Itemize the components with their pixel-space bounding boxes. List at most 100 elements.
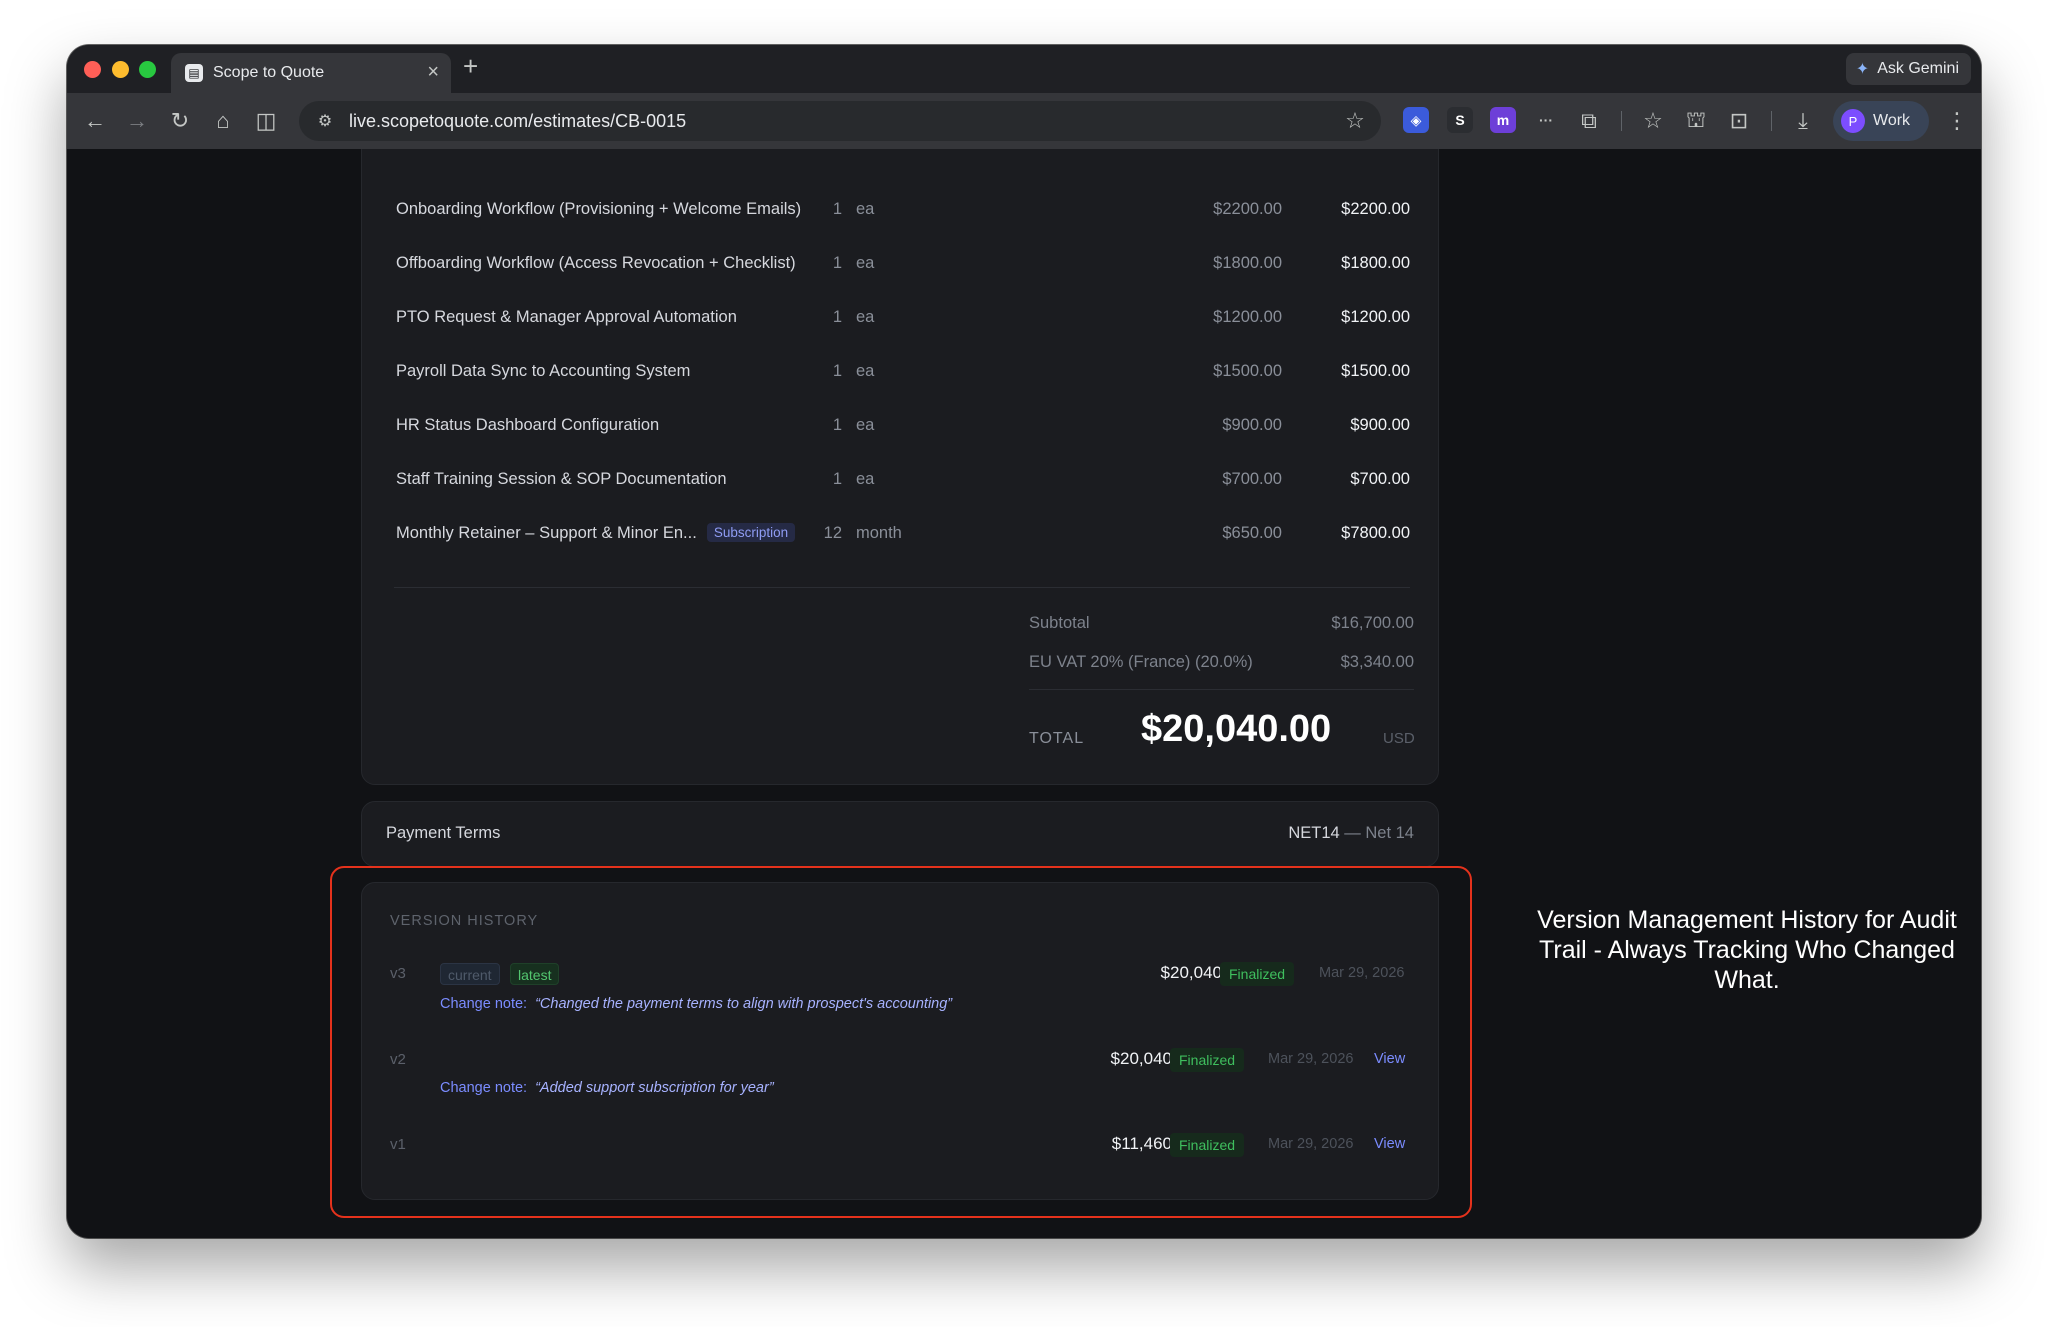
item-description: Offboarding Workflow (Access Revocation … <box>396 254 796 272</box>
annotation-caption: Version Management History for Audit Tra… <box>1537 906 1957 994</box>
item-unit: ea <box>856 308 875 326</box>
ask-gemini-label: Ask Gemini <box>1877 60 1959 77</box>
item-unit-price: $1200.00 <box>1213 308 1282 326</box>
line-item-row: PTO Request & Manager Approval Automatio… <box>362 304 1438 334</box>
item-qty: 1 <box>832 362 842 380</box>
line-item-row: Onboarding Workflow (Provisioning + Welc… <box>362 196 1438 226</box>
item-unit: ea <box>856 470 875 488</box>
ask-gemini-button[interactable]: ✦ Ask Gemini <box>1845 53 1971 85</box>
item-amount: $7800.00 <box>1341 524 1410 542</box>
url-text[interactable]: live.scopetoquote.com/estimates/CB-0015 <box>349 111 686 132</box>
tab-close-icon[interactable]: × <box>427 61 439 84</box>
total-currency: USD <box>1383 730 1415 747</box>
app-favicon-icon: ▤ <box>185 64 203 82</box>
line-item-row: Offboarding Workflow (Access Revocation … <box>362 250 1438 280</box>
profile-name: Work <box>1873 112 1911 129</box>
close-window-button[interactable] <box>84 61 101 78</box>
item-unit: month <box>856 524 902 542</box>
item-unit-price: $900.00 <box>1222 416 1282 434</box>
minimize-window-button[interactable] <box>112 61 129 78</box>
item-amount: $1800.00 <box>1341 254 1410 272</box>
payment-terms-card: Payment Terms NET14 — Net 14 <box>361 801 1439 867</box>
incognito-icon[interactable]: ⛫ <box>1680 105 1712 137</box>
item-qty: 1 <box>832 470 842 488</box>
item-unit-price: $2200.00 <box>1213 200 1282 218</box>
item-description-wrap: Monthly Retainer – Support & Minor En...… <box>396 523 796 543</box>
payment-terms-code: NET14 <box>1288 824 1340 842</box>
vat-value: $3,340.00 <box>1340 653 1414 671</box>
subtotal-label: Subtotal <box>1029 614 1090 632</box>
extension-s-icon[interactable]: S <box>1447 107 1473 133</box>
payment-terms-label: Payment Terms <box>386 824 501 842</box>
item-unit-price: $1800.00 <box>1213 254 1282 272</box>
reload-icon[interactable]: ↻ <box>164 105 196 137</box>
extension-m-icon[interactable]: m <box>1490 107 1516 133</box>
more-vert-icon[interactable]: ⋮ <box>1941 105 1973 137</box>
avatar: P <box>1841 109 1865 133</box>
subscription-badge: Subscription <box>706 523 796 542</box>
bookmarks-icon[interactable]: ☆ <box>1637 105 1669 137</box>
browser-toolbar: ← → ↻ ⌂ ◫ ⚙ live.scopetoquote.com/estima… <box>67 93 1981 149</box>
line-item-row: Staff Training Session & SOP Documentati… <box>362 466 1438 496</box>
toolbar-separator <box>1621 111 1622 131</box>
item-unit: ea <box>856 254 875 272</box>
item-amount: $1500.00 <box>1341 362 1410 380</box>
line-item-row: Monthly Retainer – Support & Minor En...… <box>362 520 1438 550</box>
items-divider <box>394 587 1410 588</box>
totals-divider <box>1029 689 1414 690</box>
browser-window: ▤ Scope to Quote × + ✦ Ask Gemini ← → ↻ … <box>67 45 1981 1238</box>
item-unit: ea <box>856 416 875 434</box>
item-description: Onboarding Workflow (Provisioning + Welc… <box>396 200 802 218</box>
item-description: HR Status Dashboard Configuration <box>396 416 660 434</box>
item-qty: 1 <box>832 308 842 326</box>
bookmark-star-icon[interactable]: ☆ <box>1339 105 1371 137</box>
page-viewport: Onboarding Workflow (Provisioning + Welc… <box>67 149 1981 1238</box>
item-amount: $2200.00 <box>1341 200 1410 218</box>
total-value: $20,040.00 <box>1141 708 1332 750</box>
line-items-card: Onboarding Workflow (Provisioning + Welc… <box>361 149 1439 785</box>
version-history-highlight <box>330 866 1472 1218</box>
item-unit: ea <box>856 362 875 380</box>
gemini-sparkle-icon: ✦ <box>1855 61 1870 78</box>
item-qty: 1 <box>832 416 842 434</box>
item-description: PTO Request & Manager Approval Automatio… <box>396 308 737 326</box>
forward-arrow-icon[interactable]: → <box>121 105 153 137</box>
line-item-row: HR Status Dashboard Configuration 1 ea $… <box>362 412 1438 442</box>
item-unit-price: $1500.00 <box>1213 362 1282 380</box>
item-amount: $1200.00 <box>1341 308 1410 326</box>
download-icon[interactable]: ⤓ <box>1787 105 1819 137</box>
back-arrow-icon[interactable]: ← <box>79 105 111 137</box>
item-amount: $900.00 <box>1350 416 1410 434</box>
item-unit: ea <box>856 200 875 218</box>
item-qty: 1 <box>832 200 842 218</box>
home-icon[interactable]: ⌂ <box>207 105 239 137</box>
line-item-row: Payroll Data Sync to Accounting System 1… <box>362 358 1438 388</box>
zoom-window-button[interactable] <box>139 61 156 78</box>
tab-scope-to-quote[interactable]: ▤ Scope to Quote × <box>171 53 451 93</box>
extensions-puzzle-icon[interactable]: ⧉ <box>1573 105 1605 137</box>
item-qty: 12 <box>823 524 842 542</box>
payment-terms-description: Net 14 <box>1365 824 1414 842</box>
address-bar[interactable]: ⚙ live.scopetoquote.com/estimates/CB-001… <box>299 101 1381 141</box>
item-amount: $700.00 <box>1350 470 1410 488</box>
new-tab-button[interactable]: + <box>463 51 478 82</box>
toolbar-separator <box>1771 111 1772 131</box>
item-description: Monthly Retainer – Support & Minor En... <box>396 524 697 542</box>
subtotal-value: $16,700.00 <box>1331 614 1414 632</box>
item-unit-price: $700.00 <box>1222 470 1282 488</box>
site-settings-icon[interactable]: ⚙ <box>309 105 341 137</box>
tab-title: Scope to Quote <box>213 64 325 81</box>
item-description: Staff Training Session & SOP Documentati… <box>396 470 727 488</box>
total-label: TOTAL <box>1029 730 1085 747</box>
payment-terms-separator: — <box>1344 824 1361 842</box>
item-description: Payroll Data Sync to Accounting System <box>396 362 691 380</box>
split-view-icon[interactable]: ◫ <box>250 105 282 137</box>
tab-strip: ▤ Scope to Quote × + ✦ Ask Gemini <box>67 45 1981 93</box>
extension-shield-icon[interactable]: ◈ <box>1403 107 1429 133</box>
extension-dots-icon[interactable]: ··· <box>1533 107 1559 133</box>
item-unit-price: $650.00 <box>1222 524 1282 542</box>
payment-terms-value: NET14 — Net 14 <box>1288 824 1414 843</box>
profile-button[interactable]: P Work <box>1833 101 1929 141</box>
search-tabs-icon[interactable]: ⊡ <box>1723 105 1755 137</box>
item-qty: 1 <box>832 254 842 272</box>
